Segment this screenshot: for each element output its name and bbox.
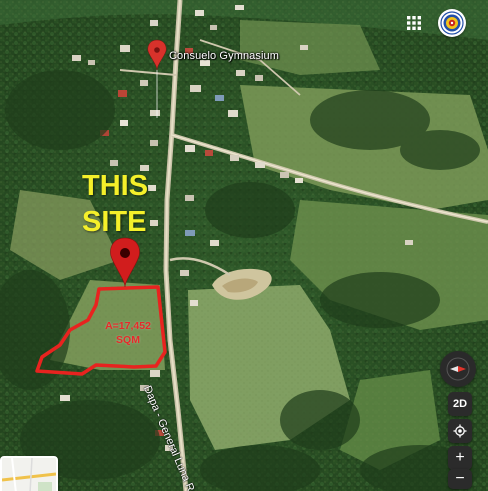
site-heading-line1: THIS [82, 170, 149, 202]
site-heading-line2: SITE [82, 206, 147, 238]
area-unit: SQM [116, 334, 140, 346]
compass-icon [446, 357, 470, 381]
layers-thumbnail-button[interactable] [0, 456, 58, 491]
my-location-icon [453, 424, 467, 438]
satellite-map[interactable] [0, 0, 488, 491]
compass-button[interactable] [440, 351, 476, 387]
site-heading: THIS SITE [82, 168, 192, 240]
view-toggle-2d-button[interactable]: 2D [448, 392, 472, 416]
area-label: A=17,452 SQM [93, 319, 163, 347]
area-value: A=17,452 [105, 320, 151, 332]
account-avatar-button[interactable] [438, 9, 466, 37]
zoom-in-button[interactable]: + [448, 446, 472, 470]
layers-thumbnail-icon [2, 458, 56, 491]
map-viewport[interactable]: Consuelo Gymnasium Dapa - General Luna R… [0, 0, 488, 491]
apps-grid-icon [407, 16, 421, 30]
my-location-button[interactable] [448, 419, 472, 443]
account-avatar-icon [440, 11, 464, 35]
zoom-out-button[interactable]: − [448, 469, 472, 489]
place-marker-label[interactable]: Consuelo Gymnasium [169, 50, 279, 62]
apps-grid-button[interactable] [401, 10, 427, 36]
